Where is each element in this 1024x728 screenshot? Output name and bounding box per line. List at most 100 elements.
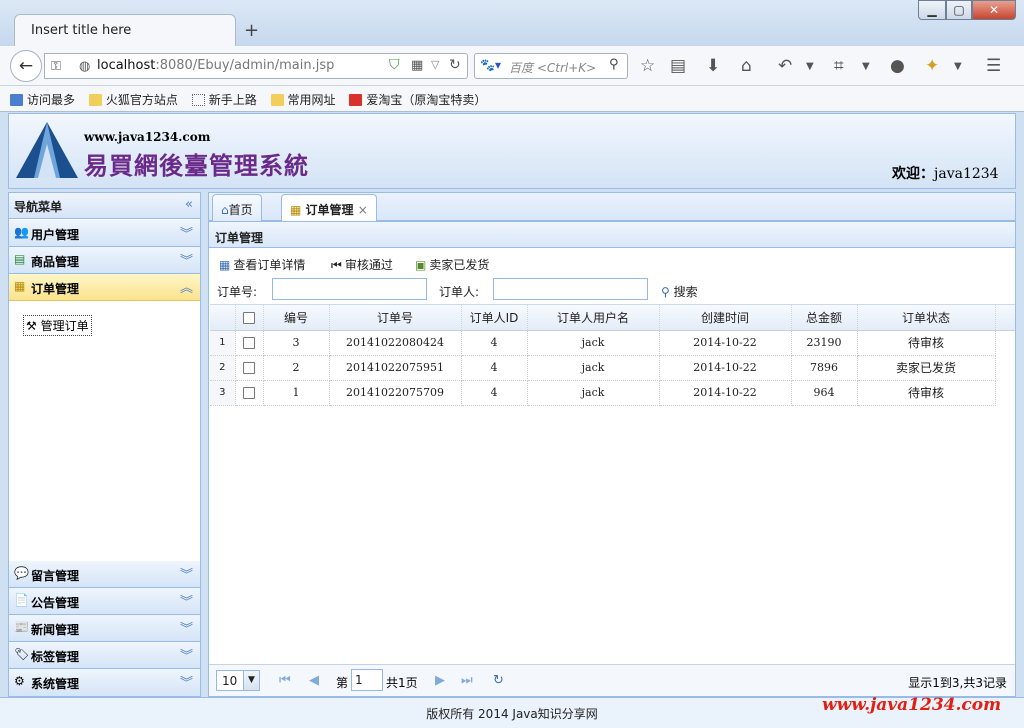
sidebar-item-tags[interactable]: 🏷 标签管理 ︾	[9, 642, 200, 669]
shield-icon[interactable]: ⛉	[389, 57, 400, 73]
dropdown-icon[interactable]: ▽	[431, 58, 439, 71]
sidebar-subitem-manage-orders[interactable]: ⚒ 管理订单	[23, 315, 92, 336]
sidebar-item-news[interactable]: 📰 新闻管理 ︾	[9, 615, 200, 642]
sidebar-item-system[interactable]: ⚙ 系统管理 ︾	[9, 669, 200, 696]
select-all-checkbox[interactable]	[235, 305, 264, 331]
col-header[interactable]: 编号	[263, 305, 330, 331]
extension-icon[interactable]: ✦	[925, 56, 939, 76]
new-tab-button[interactable]: +	[244, 20, 259, 41]
chevron-down-icon: ︾	[179, 254, 193, 269]
view-detail-button[interactable]: ▦ 查看订单详情	[215, 254, 309, 275]
close-tab-icon[interactable]: ×	[358, 203, 368, 217]
pager: ⏮ ◀ 第 共1页 ▶ ⏭ ↻ 显示1到3,共3记录	[209, 664, 1015, 696]
chevron-down-icon[interactable]: ▼	[954, 61, 962, 72]
bookmark-item[interactable]: 爱淘宝（原淘宝特卖）	[349, 91, 486, 108]
reload-icon[interactable]: ↻	[449, 57, 461, 73]
row-number: 1	[210, 330, 236, 356]
col-header[interactable]: 订单人ID	[461, 305, 528, 331]
cell-order-no: 20141022075709	[329, 380, 462, 406]
users-icon: 👥	[14, 225, 29, 239]
chat-icon[interactable]: ●	[890, 56, 905, 76]
col-header[interactable]: 总金额	[791, 305, 858, 331]
chevron-down-icon[interactable]: ▼	[243, 671, 259, 690]
row-checkbox[interactable]	[235, 330, 264, 356]
bookmark-item[interactable]: 常用网址	[270, 91, 336, 108]
col-header[interactable]: 创建时间	[659, 305, 792, 331]
col-header[interactable]: 订单号	[329, 305, 462, 331]
magnifier-icon[interactable]: ⚲	[609, 57, 619, 72]
sidebar-item-notices[interactable]: 📄 公告管理 ︾	[9, 588, 200, 615]
system-title: 易買網後臺管理系統	[84, 152, 309, 180]
chevron-down-icon: ︾	[179, 227, 193, 242]
chevron-down-icon: ︾	[179, 622, 193, 637]
crop-icon[interactable]: ⌗	[834, 56, 844, 76]
notice-icon: 📄	[14, 593, 29, 607]
browser-tab[interactable]: Insert title here	[14, 14, 236, 46]
chevron-down-icon[interactable]: ▼	[862, 61, 870, 72]
orderer-label: 订单人:	[439, 285, 480, 299]
download-icon[interactable]: ⬇	[706, 56, 720, 76]
table-header: 编号 订单号 订单人ID 订单人用户名 创建时间 总金额 订单状态	[210, 305, 1015, 331]
cell-username: jack	[527, 380, 660, 406]
shipped-button[interactable]: ▣ 卖家已发货	[411, 254, 493, 275]
cell-user-id: 4	[461, 380, 528, 406]
sidebar-item-orders[interactable]: ▦ 订单管理 ︽	[9, 274, 200, 301]
back-icon[interactable]: ←	[10, 50, 42, 82]
order-no-input[interactable]	[272, 278, 427, 300]
minimize-button[interactable]: ▁	[918, 0, 946, 20]
tab-orders[interactable]: ▦ 订单管理 ×	[281, 194, 377, 222]
search-input[interactable]: 🐾▾ 百度 <Ctrl+K> ⚲	[474, 53, 628, 79]
reading-list-icon[interactable]: ▤	[670, 56, 686, 76]
table-row[interactable]: 1 3 20141022080424 4 jack 2014-10-22 231…	[210, 330, 1015, 356]
cell-status: 待审核	[857, 380, 996, 406]
collapse-icon[interactable]: «	[185, 197, 193, 212]
url-bar[interactable]: ⚿ ◍ localhost:8080/Ebuy/admin/main.jsp ⛉…	[44, 53, 468, 79]
page-number-input[interactable]: 1	[351, 669, 383, 691]
row-number: 3	[210, 380, 236, 406]
last-page-icon[interactable]: ⏭	[461, 673, 473, 688]
key-icon: ⚿	[51, 59, 61, 74]
row-checkbox[interactable]	[235, 380, 264, 406]
toolbar: ▦ 查看订单详情 ⏮ 审核通过 ▣ 卖家已发货	[209, 254, 1015, 276]
maximize-button[interactable]: ▢	[946, 0, 972, 20]
cell-status: 卖家已发货	[857, 355, 996, 381]
tab-home[interactable]: ⌂首页	[212, 194, 262, 221]
chevron-down-icon[interactable]: ▼	[806, 61, 814, 72]
prev-page-icon[interactable]: ◀	[309, 673, 319, 688]
close-window-button[interactable]: ✕	[972, 0, 1016, 20]
cell-total: 23190	[791, 330, 858, 356]
col-header[interactable]: 订单状态	[857, 305, 996, 331]
cell-order-no: 20141022075951	[329, 355, 462, 381]
home-icon: ⌂	[221, 203, 229, 217]
table-row[interactable]: 2 2 20141022075951 4 jack 2014-10-22 789…	[210, 355, 1015, 381]
table-row[interactable]: 3 1 20141022075709 4 jack 2014-10-22 964…	[210, 380, 1015, 406]
col-header[interactable]: 订单人用户名	[527, 305, 660, 331]
star-icon[interactable]: ☆	[640, 56, 655, 76]
bookmark-item[interactable]: 新手上路	[191, 91, 257, 108]
first-page-icon[interactable]: ⏮	[279, 673, 291, 688]
copyright: 版权所有 2014 Java知识分享网	[426, 707, 598, 721]
orderer-input[interactable]	[493, 278, 648, 300]
menu-icon[interactable]: ☰	[986, 56, 1001, 76]
refresh-icon[interactable]: ↻	[493, 673, 504, 688]
bookmark-item[interactable]: 访问最多	[10, 91, 75, 108]
approve-button[interactable]: ⏮ 审核通过	[327, 254, 397, 275]
order-no-label: 订单号:	[217, 285, 258, 299]
home-icon[interactable]: ⌂	[741, 56, 752, 76]
logo-icon	[16, 122, 78, 178]
bookmark-item[interactable]: 火狐官方站点	[88, 91, 178, 108]
search-icon: ⚲	[661, 285, 670, 299]
sidebar-item-comments[interactable]: 💬 留言管理 ︾	[9, 561, 200, 588]
undo-icon[interactable]: ↶	[778, 56, 792, 76]
news-icon: 📰	[14, 620, 29, 634]
cell-username: jack	[527, 330, 660, 356]
sidebar-item-users[interactable]: 👥 用户管理 ︾	[9, 220, 200, 247]
row-checkbox[interactable]	[235, 355, 264, 381]
globe-icon: ◍	[79, 59, 91, 74]
sidebar-item-goods[interactable]: ▤ 商品管理 ︾	[9, 247, 200, 274]
search-button[interactable]: ⚲ 搜索	[661, 283, 698, 300]
cell-created: 2014-10-22	[659, 355, 792, 381]
next-page-icon[interactable]: ▶	[435, 673, 445, 688]
goods-icon: ▤	[14, 252, 26, 266]
qr-icon[interactable]: ▦	[411, 58, 423, 73]
